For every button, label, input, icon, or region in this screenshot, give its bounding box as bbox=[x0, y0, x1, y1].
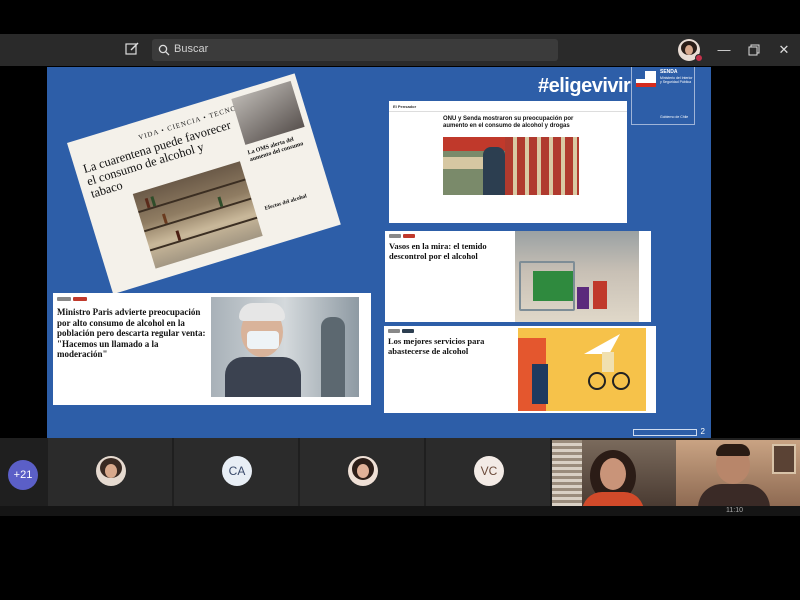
article-card-ministro-paris: Ministro Paris advierte preocupación por… bbox=[53, 293, 371, 405]
participant-video[interactable] bbox=[676, 440, 800, 506]
article-illustration bbox=[518, 328, 646, 411]
article-card-onu-senda: El Pensador ONU y Senda mostraron su pre… bbox=[389, 101, 627, 223]
org-name: SENDA bbox=[660, 69, 678, 75]
title-bar: Buscar — ✕ bbox=[0, 34, 800, 66]
restore-icon[interactable] bbox=[746, 42, 762, 58]
article-tag bbox=[73, 297, 87, 301]
more-participants-badge[interactable]: +21 bbox=[8, 460, 38, 490]
search-icon bbox=[158, 44, 170, 56]
newspaper-clipping: VIDA • CIENCIA • TECNOLOGÍA La cuarenten… bbox=[67, 73, 341, 295]
status-strip bbox=[0, 506, 800, 516]
clock-text: 11:10 bbox=[726, 507, 743, 514]
article-photo bbox=[211, 297, 359, 397]
article-tag bbox=[403, 234, 415, 238]
article-title: Ministro Paris advierte preocupación por… bbox=[57, 307, 206, 359]
minimize-icon[interactable]: — bbox=[716, 42, 732, 58]
article-source: El Pensador bbox=[393, 104, 417, 109]
search-input[interactable]: Buscar bbox=[152, 39, 558, 61]
article-title: Los mejores servicios para abastecerse d… bbox=[388, 336, 485, 356]
slide-page-number: 2 bbox=[700, 427, 705, 436]
participant-video[interactable] bbox=[552, 440, 676, 506]
org-ministry: Ministerio del Interior y Seguridad Públ… bbox=[660, 76, 693, 84]
participant-avatar bbox=[348, 456, 378, 486]
close-icon[interactable]: ✕ bbox=[776, 42, 792, 58]
shared-slide: #eligevivir SENDA Ministerio del Interio… bbox=[47, 67, 711, 438]
article-card-vasos: Vasos en la mira: el temido descontrol p… bbox=[385, 231, 651, 322]
article-title: Vasos en la mira: el temido descontrol p… bbox=[389, 241, 487, 261]
compose-icon[interactable] bbox=[124, 41, 140, 57]
chile-flag-icon bbox=[636, 71, 656, 87]
participant-initials: VC bbox=[474, 456, 504, 486]
participant-tile[interactable] bbox=[300, 438, 424, 506]
participant-initials: CA bbox=[222, 456, 252, 486]
article-title: ONU y Senda mostraron su preocupación po… bbox=[443, 116, 574, 129]
participant-tile[interactable]: CA bbox=[174, 438, 298, 506]
org-government: Gobierno de Chile bbox=[660, 115, 689, 119]
presence-badge bbox=[695, 54, 703, 62]
article-tag bbox=[402, 329, 414, 333]
article-photo bbox=[443, 137, 579, 195]
slide-footer-box bbox=[633, 429, 697, 436]
participant-tile[interactable] bbox=[48, 438, 172, 506]
brand-logo: #eligevivir bbox=[538, 75, 631, 97]
search-placeholder: Buscar bbox=[174, 43, 209, 55]
senda-logo: SENDA Ministerio del Interior y Segurida… bbox=[631, 67, 695, 125]
article-tag bbox=[388, 329, 400, 333]
participant-avatar bbox=[96, 456, 126, 486]
newspaper-side-headline-2: Efectos del alcohol bbox=[264, 193, 308, 212]
article-tag bbox=[57, 297, 71, 301]
participant-tile[interactable]: VC bbox=[426, 438, 550, 506]
article-photo bbox=[515, 231, 639, 322]
article-tag bbox=[389, 234, 401, 238]
article-card-servicios: Los mejores servicios para abastecerse d… bbox=[384, 326, 656, 413]
